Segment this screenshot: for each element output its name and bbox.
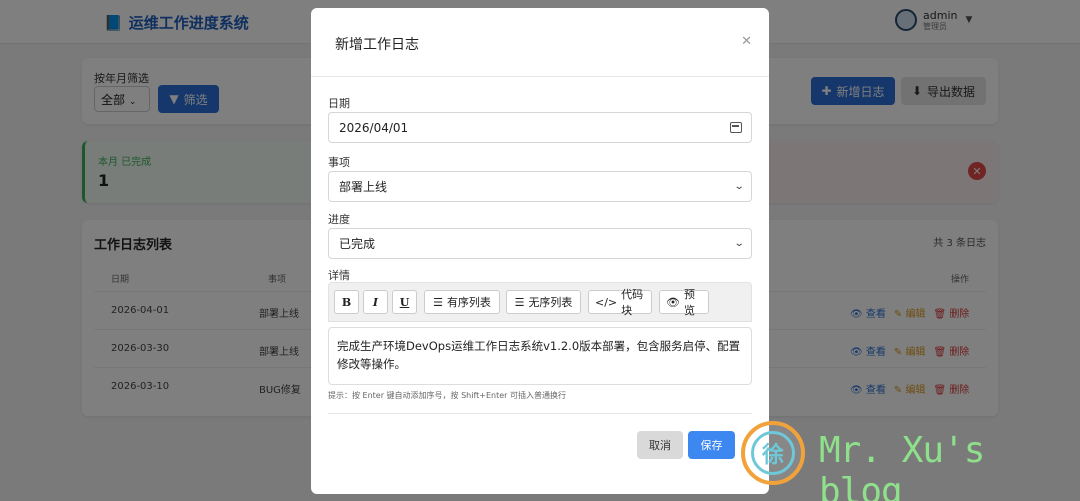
ordered-list-icon: ☰: [433, 295, 443, 309]
progress-select[interactable]: 已完成 ⌄: [328, 228, 752, 259]
code-block-button[interactable]: </> 代码块: [588, 288, 652, 317]
date-input[interactable]: 2026/04/01: [328, 112, 752, 143]
calendar-icon[interactable]: [730, 122, 742, 133]
detail-editor[interactable]: 完成生产环境DevOps运维工作日志系统v1.2.0版本部署，包含服务启停、配置…: [328, 327, 752, 385]
watermark-glyph: 徐: [751, 431, 795, 475]
watermark-logo: 徐: [741, 421, 805, 485]
bold-button[interactable]: B: [334, 290, 359, 314]
modal-title: 新增工作日志: [335, 37, 419, 53]
date-label: 日期: [328, 97, 350, 110]
eye-icon: 👁: [666, 295, 680, 309]
editor-toolbar: B I U ☰ 有序列表 ☰ 无序列表 </> 代码块 👁 预览: [328, 282, 752, 322]
divider: [311, 76, 769, 77]
code-icon: </>: [595, 295, 618, 309]
italic-button[interactable]: I: [363, 290, 388, 314]
chevron-down-icon: ⌄: [733, 181, 745, 192]
unordered-list-icon: ☰: [514, 295, 525, 309]
editor-hint: 提示：按 Enter 键自动添加序号，按 Shift+Enter 可插入普通换行: [328, 391, 567, 400]
item-label: 事项: [328, 156, 350, 169]
item-select[interactable]: 部署上线 ⌄: [328, 171, 752, 202]
chevron-down-icon: ⌄: [733, 238, 745, 249]
detail-label: 详情: [328, 269, 350, 282]
add-log-modal: 新增工作日志 ✕ 日期 2026/04/01 事项 部署上线 ⌄ 进度 已完成 …: [311, 8, 769, 494]
underline-button[interactable]: U: [392, 290, 417, 314]
close-icon[interactable]: ✕: [741, 34, 752, 49]
cancel-button[interactable]: 取消: [637, 431, 683, 459]
progress-label: 进度: [328, 213, 350, 226]
watermark-text: Mr. Xu's blog: [819, 430, 985, 501]
save-button[interactable]: 保存: [688, 431, 735, 459]
unordered-list-button[interactable]: ☰ 无序列表: [506, 290, 581, 314]
ordered-list-button[interactable]: ☰ 有序列表: [424, 290, 500, 314]
preview-button[interactable]: 👁 预览: [659, 288, 709, 317]
divider: [328, 413, 752, 414]
